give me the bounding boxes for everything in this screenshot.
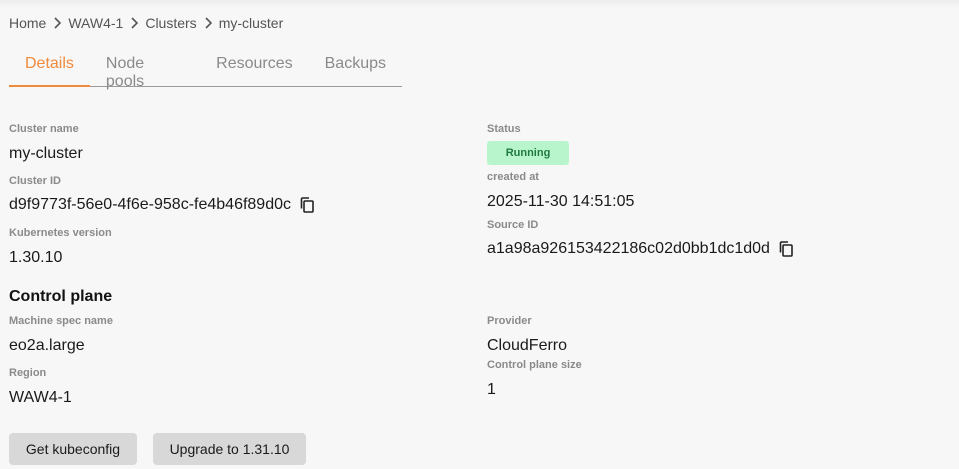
provider-label: Provider xyxy=(487,315,532,327)
tab-details[interactable]: Details xyxy=(9,50,90,87)
cluster-id-row: d9f9773f-56e0-4f6e-958c-fe4b46f89d0c xyxy=(9,196,315,214)
upgrade-button[interactable]: Upgrade to 1.31.10 xyxy=(153,433,306,465)
machine-spec-value: eo2a.large xyxy=(9,337,85,354)
breadcrumb-clusters[interactable]: Clusters xyxy=(145,15,196,31)
region-label: Region xyxy=(9,367,47,379)
tab-node-pools[interactable]: Node pools xyxy=(90,50,200,90)
created-at-label: created at xyxy=(487,171,539,183)
control-plane-size-value: 1 xyxy=(487,381,496,398)
copy-icon[interactable] xyxy=(778,240,794,258)
breadcrumb: Home WAW4-1 Clusters my-cluster xyxy=(9,14,283,32)
chevron-right-icon xyxy=(123,17,145,29)
k8s-version-label: Kubernetes version xyxy=(9,227,112,239)
source-id-label: Source ID xyxy=(487,219,539,231)
top-bar-shadow xyxy=(0,0,959,8)
control-plane-size-label: Control plane size xyxy=(487,359,582,371)
tab-backups[interactable]: Backups xyxy=(309,50,402,86)
tab-bar: Details Node pools Resources Backups xyxy=(9,50,402,90)
cluster-name-label: Cluster name xyxy=(9,123,79,135)
breadcrumb-home[interactable]: Home xyxy=(9,15,46,31)
cluster-id-value: d9f9773f-56e0-4f6e-958c-fe4b46f89d0c xyxy=(9,196,291,213)
chevron-right-icon xyxy=(46,17,68,29)
k8s-version-value: 1.30.10 xyxy=(9,249,63,266)
control-plane-title: Control plane xyxy=(9,288,113,305)
status-label: Status xyxy=(487,123,521,135)
source-id-row: a1a98a926153422186c02d0bb1dc1d0d xyxy=(487,240,794,258)
machine-spec-label: Machine spec name xyxy=(9,315,113,327)
cluster-name-value: my-cluster xyxy=(9,145,83,162)
chevron-right-icon xyxy=(197,17,219,29)
tab-resources[interactable]: Resources xyxy=(200,50,308,86)
get-kubeconfig-button[interactable]: Get kubeconfig xyxy=(9,433,137,465)
breadcrumb-region[interactable]: WAW4-1 xyxy=(68,15,123,31)
region-value: WAW4-1 xyxy=(9,389,72,406)
source-id-value: a1a98a926153422186c02d0bb1dc1d0d xyxy=(487,240,770,257)
cluster-id-label: Cluster ID xyxy=(9,175,61,187)
breadcrumb-current: my-cluster xyxy=(218,15,284,31)
created-at-value: 2025-11-30 14:51:05 xyxy=(487,193,635,210)
provider-value: CloudFerro xyxy=(487,337,568,354)
status-badge: Running xyxy=(487,141,569,165)
copy-icon[interactable] xyxy=(299,196,315,214)
